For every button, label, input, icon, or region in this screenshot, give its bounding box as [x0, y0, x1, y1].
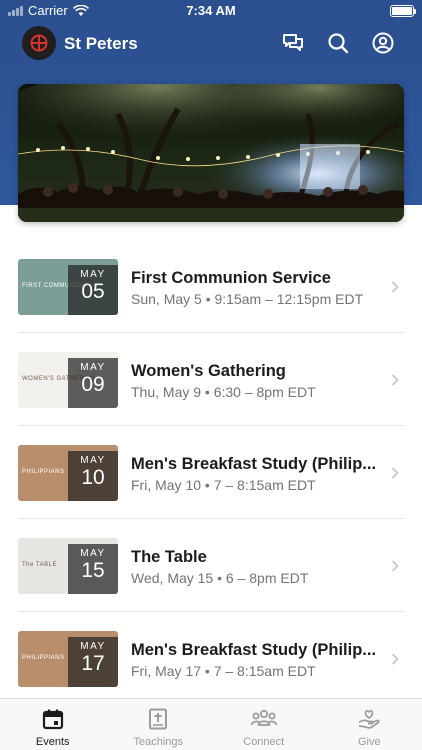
event-date-day: 10 [81, 466, 105, 489]
give-hand-icon [358, 710, 380, 729]
event-date-month: MAY [80, 455, 106, 466]
event-date-badge: MAY 17 [68, 637, 118, 687]
event-title: Men's Breakfast Study (Philip... [131, 641, 377, 659]
event-title: Men's Breakfast Study (Philip... [131, 455, 377, 473]
chevron-right-icon [392, 281, 399, 293]
event-row[interactable]: PHILIPPIANS MAY 10 Men's Breakfast Study… [0, 426, 422, 519]
event-date-month: MAY [80, 641, 106, 652]
bible-icon [149, 708, 168, 730]
event-thumbnail: PHILIPPIANS MAY 17 [18, 631, 118, 687]
event-date-day: 15 [81, 559, 105, 582]
tab-teachings[interactable]: Teachings [106, 699, 212, 750]
event-date-day: 05 [81, 280, 105, 303]
event-row[interactable]: FIRST COMMUNION MAY 05 First Communion S… [0, 240, 422, 333]
event-title: The Table [131, 548, 207, 566]
event-datetime: Fri, May 17 • 7 – 8:15am EDT [131, 663, 316, 679]
people-icon [250, 709, 278, 726]
tab-label: Connect [243, 736, 285, 748]
chevron-right-icon [392, 467, 399, 479]
event-datetime: Wed, May 15 • 6 – 8pm EDT [131, 570, 309, 586]
event-date-badge: MAY 10 [68, 451, 118, 501]
event-datetime: Fri, May 10 • 7 – 8:15am EDT [131, 477, 316, 493]
tab-connect[interactable]: Connect [211, 699, 317, 750]
event-thumbnail: WOMEN'S GATHERING MAY 09 [18, 352, 118, 408]
chevron-right-icon [392, 374, 399, 386]
calendar-icon [42, 709, 63, 730]
app-title: St Peters [64, 34, 138, 53]
event-thumbnail-caption: PHILIPPIANS [22, 469, 65, 475]
tab-label: Teachings [133, 736, 184, 748]
event-row[interactable]: The TABLE MAY 15 The Table Wed, May 15 •… [0, 519, 422, 612]
tab-give[interactable]: Give [317, 699, 422, 750]
event-date-month: MAY [80, 269, 106, 280]
event-thumbnail-caption: The TABLE [22, 562, 57, 568]
event-title: Women's Gathering [131, 362, 286, 380]
profile-icon[interactable] [371, 31, 395, 55]
messages-icon[interactable] [281, 31, 305, 55]
event-date-badge: MAY 09 [68, 358, 118, 408]
event-date-day: 17 [81, 652, 105, 675]
tab-bar: Events Teachings Connect Give [0, 698, 422, 750]
event-date-day: 09 [81, 373, 105, 396]
event-date-badge: MAY 15 [68, 544, 118, 594]
event-row[interactable]: WOMEN'S GATHERING MAY 09 Women's Gatheri… [0, 333, 422, 426]
status-time: 7:34 AM [186, 3, 236, 18]
event-title: First Communion Service [131, 269, 331, 287]
event-date-month: MAY [80, 548, 106, 559]
tab-events[interactable]: Events [0, 699, 106, 750]
search-icon[interactable] [326, 31, 350, 55]
app-header: St Peters [0, 22, 422, 66]
hero-image[interactable] [18, 84, 404, 222]
event-row[interactable]: PHILIPPIANS MAY 17 Men's Breakfast Study… [0, 612, 422, 705]
tab-label: Events [35, 736, 70, 748]
tab-label: Give [357, 736, 381, 748]
status-bar: Carrier 7:34 AM [0, 0, 422, 22]
event-thumbnail: FIRST COMMUNION MAY 05 [18, 259, 118, 315]
events-list: FIRST COMMUNION MAY 05 First Communion S… [0, 240, 422, 705]
event-date-badge: MAY 05 [68, 265, 118, 315]
chevron-right-icon [392, 653, 399, 665]
event-datetime: Thu, May 9 • 6:30 – 8pm EDT [131, 384, 316, 400]
battery-icon [390, 5, 416, 17]
church-logo-icon[interactable] [22, 26, 56, 60]
event-thumbnail: PHILIPPIANS MAY 10 [18, 445, 118, 501]
event-datetime: Sun, May 5 • 9:15am – 12:15pm EDT [131, 291, 364, 307]
event-date-month: MAY [80, 362, 106, 373]
chevron-right-icon [392, 560, 399, 572]
event-thumbnail: The TABLE MAY 15 [18, 538, 118, 594]
event-thumbnail-caption: PHILIPPIANS [22, 655, 65, 661]
